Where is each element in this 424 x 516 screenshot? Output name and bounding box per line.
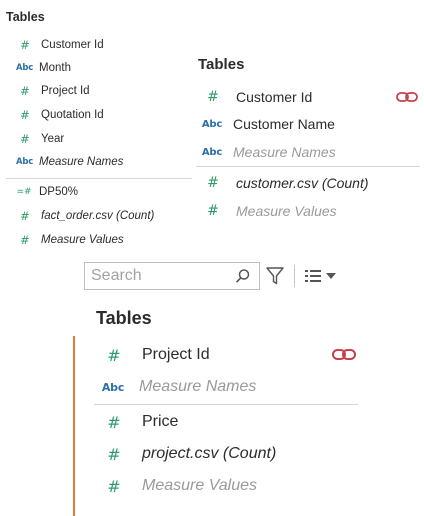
dimension-abc-icon: Abc xyxy=(201,146,223,158)
field-label: Quotation Id xyxy=(41,109,104,121)
measure-hash-icon: # xyxy=(20,209,30,223)
panel-title: Tables xyxy=(6,10,45,24)
panel-title: Tables xyxy=(96,308,152,328)
search-icon[interactable] xyxy=(235,268,251,284)
measure-hash-icon: # xyxy=(20,132,30,146)
field-project-id[interactable]: # Project Id xyxy=(18,82,90,100)
field-label: Project Id xyxy=(142,346,210,363)
field-label: Price xyxy=(142,413,179,430)
search-input[interactable] xyxy=(91,266,221,286)
measure-hash-icon: # xyxy=(207,203,219,219)
measure-hash-icon: # xyxy=(107,476,121,496)
measure-hash-icon: # xyxy=(107,345,121,365)
field-label: Measure Names xyxy=(39,156,124,168)
field-measure-values[interactable]: # Measure Values xyxy=(204,200,337,222)
field-label: Month xyxy=(39,62,71,74)
measure-hash-icon: # xyxy=(20,108,30,122)
dimension-abc-icon: Abc xyxy=(101,380,125,394)
measure-hash-icon: # xyxy=(107,444,121,464)
field-customer-id[interactable]: # Customer Id xyxy=(18,36,104,54)
field-label: Measure Values xyxy=(236,203,337,219)
data-pane-screenshot: Tables # Customer Id Abc Month # Project… xyxy=(0,0,424,516)
field-measure-values[interactable]: # Measure Values xyxy=(18,231,124,249)
field-dp50[interactable]: =# DP50% xyxy=(16,183,78,201)
field-label: Measure Names xyxy=(233,144,336,160)
link-icon[interactable] xyxy=(332,348,356,361)
field-project-count[interactable]: # project.csv (Count) xyxy=(104,441,276,467)
chevron-down-icon[interactable] xyxy=(326,273,336,279)
section-divider xyxy=(196,166,420,167)
field-label: Measure Values xyxy=(142,477,258,494)
field-measure-names[interactable]: Abc Measure Names xyxy=(201,141,336,163)
field-label: Customer Name xyxy=(233,116,335,132)
field-customer-id[interactable]: # Customer Id xyxy=(204,86,312,108)
field-quotation-id[interactable]: # Quotation Id xyxy=(18,106,104,124)
toolbar-separator xyxy=(294,265,295,287)
field-label: Measure Values xyxy=(41,234,124,246)
measure-hash-icon: # xyxy=(207,175,219,191)
dimension-abc-icon: Abc xyxy=(201,118,223,130)
field-year[interactable]: # Year xyxy=(18,130,64,148)
field-project-id[interactable]: # Project Id xyxy=(104,342,210,368)
panel-title: Tables xyxy=(198,56,245,73)
field-month[interactable]: Abc Month xyxy=(16,59,71,77)
search-field[interactable] xyxy=(84,262,260,290)
field-measure-names[interactable]: Abc Measure Names xyxy=(101,374,257,400)
measure-hash-icon: # xyxy=(20,38,30,52)
field-customer-name[interactable]: Abc Customer Name xyxy=(201,113,335,135)
field-fact-order-count[interactable]: # fact_order.csv (Count) xyxy=(18,207,154,225)
field-label: Measure Names xyxy=(139,378,257,395)
field-label: customer.csv (Count) xyxy=(236,175,369,191)
field-label: DP50% xyxy=(39,186,78,198)
field-label: Project Id xyxy=(41,85,90,97)
section-divider xyxy=(94,404,358,405)
field-price[interactable]: # Price xyxy=(104,409,178,435)
field-customer-count[interactable]: # customer.csv (Count) xyxy=(204,172,369,194)
measure-hash-icon: # xyxy=(20,233,30,247)
field-measure-values[interactable]: # Measure Values xyxy=(104,473,257,499)
measure-hash-icon: # xyxy=(107,412,121,432)
list-view-icon[interactable] xyxy=(305,269,321,283)
dimension-abc-icon: Abc xyxy=(16,63,34,73)
field-measure-names[interactable]: Abc Measure Names xyxy=(16,153,124,171)
field-label: Year xyxy=(41,133,65,145)
section-divider xyxy=(6,178,192,179)
panel-accent-bar xyxy=(73,336,75,516)
filter-icon[interactable] xyxy=(265,266,285,286)
measure-hash-icon: # xyxy=(20,84,30,98)
link-icon[interactable] xyxy=(396,91,418,103)
field-label: Customer Id xyxy=(41,39,104,51)
calculated-measure-icon: =# xyxy=(16,187,32,197)
field-label: fact_order.csv (Count) xyxy=(41,210,155,222)
field-label: project.csv (Count) xyxy=(142,445,277,462)
dimension-abc-icon: Abc xyxy=(16,157,34,167)
field-label: Customer Id xyxy=(236,89,313,105)
measure-hash-icon: # xyxy=(207,89,219,105)
